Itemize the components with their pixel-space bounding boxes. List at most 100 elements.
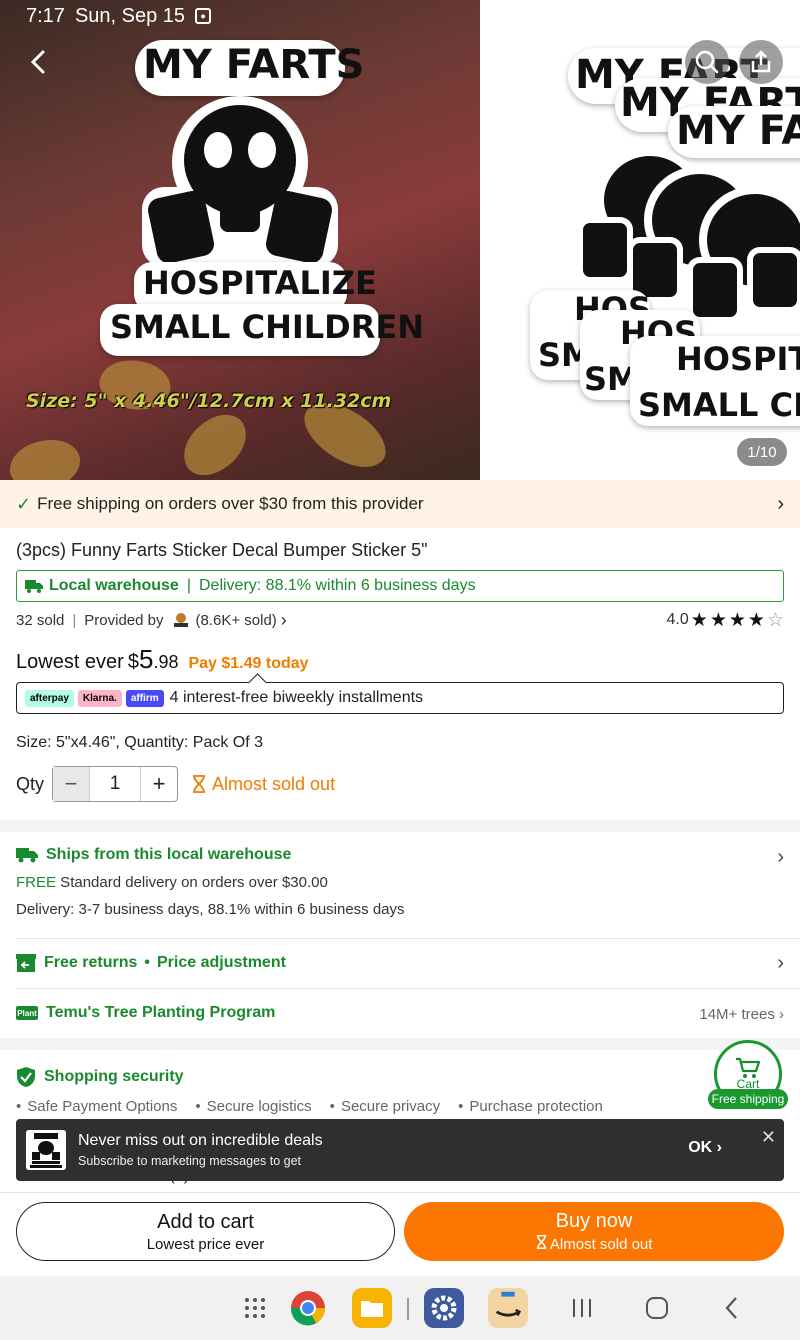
buy-now-button[interactable]: Buy now Almost sold out xyxy=(404,1202,784,1261)
delivery-estimate: Delivery: 3-7 business days, 88.1% withi… xyxy=(16,901,405,918)
grid-dots-icon xyxy=(245,1298,265,1318)
security-heading: Shopping security xyxy=(16,1066,784,1088)
free-returns-label: Free returns xyxy=(44,954,138,971)
sticker-text: HOSPITA xyxy=(676,340,800,378)
provider-sold-count[interactable]: (8.6K+ sold) xyxy=(196,612,277,629)
marketing-toast[interactable]: Never miss out on incredible deals Subsc… xyxy=(16,1119,784,1181)
shopping-security-section[interactable]: Shopping security Safe Payment Options S… xyxy=(16,1066,784,1116)
klarna-badge: Klarna. xyxy=(77,689,122,707)
free-shipping-tag: Free shipping xyxy=(708,1089,788,1109)
settings-app-icon[interactable] xyxy=(424,1288,464,1328)
system-nav-bar xyxy=(0,1276,800,1340)
nav-back-button[interactable] xyxy=(712,1288,752,1328)
close-icon[interactable]: ✕ xyxy=(761,1127,776,1148)
section-gap xyxy=(0,820,800,832)
home-icon xyxy=(646,1297,668,1319)
star-icon: ★ xyxy=(747,609,765,631)
chrome-app-icon[interactable] xyxy=(288,1288,328,1328)
bullet: • xyxy=(144,954,150,971)
product-photo-main[interactable]: MY FARTS HOSPITALIZE SMALL CHILDREN Size… xyxy=(0,0,480,480)
divider: | xyxy=(72,611,77,629)
amazon-icon xyxy=(488,1288,528,1328)
buy-now-sublabel-text: Almost sold out xyxy=(549,1236,653,1253)
files-app-icon[interactable] xyxy=(352,1288,392,1328)
share-button[interactable] xyxy=(739,40,783,84)
divider xyxy=(16,988,800,989)
returns-box-icon xyxy=(16,954,36,972)
qty-value[interactable]: 1 xyxy=(89,767,142,801)
status-date: Sun, Sep 15 xyxy=(74,4,186,27)
qty-label: Qty xyxy=(16,773,45,794)
home-button[interactable] xyxy=(637,1288,677,1328)
chevron-right-icon: › xyxy=(280,609,287,630)
chevron-right-icon: › xyxy=(777,952,784,974)
tree-planting-row[interactable]: Plant Temu's Tree Planting Program 14M+ … xyxy=(16,1004,784,1028)
security-heading-text: Shopping security xyxy=(44,1068,184,1085)
screen-record-icon: ● xyxy=(195,8,212,24)
add-to-cart-button[interactable]: Add to cart Lowest price ever xyxy=(16,1202,395,1261)
decrease-qty-button[interactable]: − xyxy=(53,767,90,801)
size-caption: Size: 5" x 4.46"/12.7cm x 11.32cm xyxy=(26,390,392,412)
product-rating[interactable]: 4.0 ★ ★ ★ ★ ☆ xyxy=(667,611,784,630)
buy-now-label: Buy now xyxy=(555,1210,633,1232)
folder-icon xyxy=(352,1288,392,1328)
delivery-section[interactable]: Ships from this local warehouse › FREE S… xyxy=(16,846,784,926)
product-meta-row: 32 sold | Provided by (8.6K+ sold) › 4.0… xyxy=(16,608,784,632)
price-currency: $ xyxy=(127,651,139,673)
chevron-left-icon xyxy=(725,1297,737,1319)
truck-icon xyxy=(16,848,38,863)
toast-thumbnail xyxy=(26,1130,66,1170)
buy-now-sublabel: Almost sold out xyxy=(536,1235,653,1253)
tree-count-text: 14M+ trees xyxy=(699,1006,775,1023)
installments-box[interactable]: afterpay Klarna. affirm 4 interest-free … xyxy=(16,682,784,714)
toast-content: Never miss out on incredible deals Subsc… xyxy=(78,1132,323,1168)
security-item: Secure logistics xyxy=(195,1098,312,1115)
price-row: Lowest ever $ 5 .98 Pay $1.49 today xyxy=(16,644,309,675)
product-image-gallery[interactable]: MY FARTS HOSPITALIZE SMALL CHILDREN Size… xyxy=(0,0,800,480)
warehouse-label: Local warehouse xyxy=(49,577,179,594)
warehouse-delivery-note: Delivery: 88.1% within 6 business days xyxy=(198,577,476,594)
recents-icon xyxy=(573,1299,591,1317)
nav-divider xyxy=(407,1298,409,1320)
afterpay-badge: afterpay xyxy=(25,689,74,707)
toast-title: Never miss out on incredible deals xyxy=(78,1132,323,1149)
size-quantity-label[interactable]: Size: 5"x4.46", Quantity: Pack Of 3 xyxy=(16,734,263,752)
cart-icon xyxy=(736,1057,761,1078)
delivery-heading-text: Ships from this local warehouse xyxy=(46,846,292,863)
price-label: Lowest ever xyxy=(16,651,124,673)
sticker-bottom-text-2: SMALL CHILDREN xyxy=(110,308,424,346)
add-to-cart-label: Add to cart xyxy=(157,1210,254,1233)
star-empty-icon: ☆ xyxy=(766,609,784,631)
free-returns-row[interactable]: Free returns • Price adjustment › xyxy=(16,952,784,978)
divider: | xyxy=(186,577,191,594)
free-standard-delivery: FREE Standard delivery on orders over $3… xyxy=(16,874,784,891)
almost-sold-out-text: Almost sold out xyxy=(212,773,336,794)
gear-icon xyxy=(424,1288,464,1328)
increase-qty-button[interactable]: + xyxy=(141,767,177,801)
provided-by-label: Provided by xyxy=(84,611,164,629)
chevron-left-icon xyxy=(30,50,45,74)
sticker-bottom-text-1: HOSPITALIZE xyxy=(143,264,377,302)
tree-planting-label: Temu's Tree Planting Program xyxy=(46,1004,276,1021)
star-icon: ★ xyxy=(690,609,708,631)
bottom-action-bar: Add to cart Lowest price ever Buy now Al… xyxy=(0,1192,800,1276)
toast-ok-button[interactable]: OK › xyxy=(688,1139,722,1157)
app-drawer-icon[interactable] xyxy=(235,1288,275,1328)
amazon-app-icon[interactable] xyxy=(488,1288,528,1328)
provider-logo-icon[interactable] xyxy=(172,611,190,629)
almost-sold-out: Almost sold out xyxy=(192,774,335,795)
recents-button[interactable] xyxy=(562,1288,602,1328)
back-button[interactable] xyxy=(18,42,58,82)
chrome-icon xyxy=(290,1291,325,1326)
pay-today: Pay $1.49 today xyxy=(188,655,309,672)
free-delivery-text: Standard delivery on orders over $30.00 xyxy=(56,874,328,891)
plant-badge-icon: Plant xyxy=(16,1006,38,1020)
local-warehouse-box[interactable]: Local warehouse | Delivery: 88.1% within… xyxy=(16,570,784,602)
chevron-right-icon: › xyxy=(777,846,784,868)
hourglass-icon xyxy=(536,1235,546,1249)
sold-count: 32 sold xyxy=(16,611,65,629)
free-shipping-banner[interactable]: ✓ Free shipping on orders over $30 from … xyxy=(0,480,800,528)
search-button[interactable] xyxy=(685,40,729,84)
star-icon: ★ xyxy=(709,609,727,631)
sticker-text: SMALL CH xyxy=(638,386,800,424)
